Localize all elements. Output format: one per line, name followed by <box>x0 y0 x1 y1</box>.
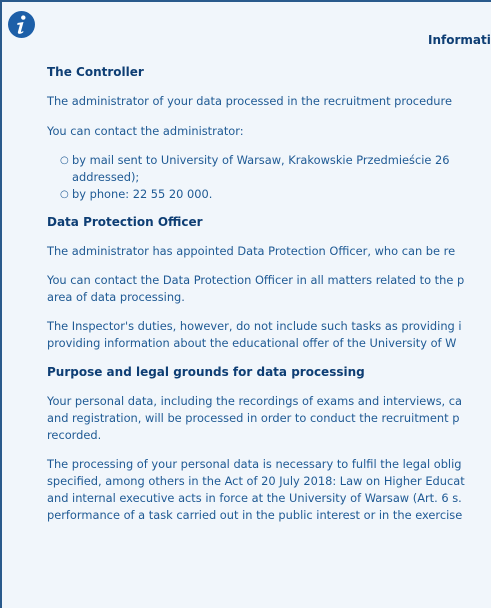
inspector-duties-paragraph-cont: providing information about the educatio… <box>47 336 457 350</box>
privacy-notice-content: The Controller The administrator of your… <box>47 64 491 524</box>
dpo-contact-paragraph: You can contact the Data Protection Offi… <box>47 273 465 287</box>
section-heading-dpo: Data Protection Officer <box>47 215 203 229</box>
list-item: ○ by mail sent to University of Warsaw, … <box>60 153 450 184</box>
dpo-paragraph: The administrator has appointed Data Pro… <box>47 244 456 258</box>
page-title: Informati <box>428 33 491 47</box>
left-border <box>0 0 2 608</box>
legal-grounds-paragraph-cont: performance of a task carried out in the… <box>47 508 463 522</box>
info-icon <box>8 11 35 38</box>
bullet-icon: ○ <box>60 155 69 166</box>
contact-administrator-text: You can contact the administrator: <box>47 124 244 138</box>
dpo-contact-paragraph-cont: area of data processing. <box>47 290 185 304</box>
bullet-icon: ○ <box>60 189 69 200</box>
legal-grounds-paragraph-cont: and internal executive acts in force at … <box>47 491 462 505</box>
purpose-paragraph: Your personal data, including the record… <box>47 394 463 408</box>
section-heading-purpose: Purpose and legal grounds for data proce… <box>47 365 365 379</box>
legal-grounds-paragraph-cont: specified, among others in the Act of 20… <box>47 474 465 488</box>
legal-grounds-paragraph: The processing of your personal data is … <box>47 457 462 471</box>
purpose-paragraph-cont: and registration, will be processed in o… <box>47 411 460 425</box>
contact-list: ○ by mail sent to University of Warsaw, … <box>47 152 491 203</box>
top-border <box>0 0 491 2</box>
inspector-duties-paragraph: The Inspector's duties, however, do not … <box>47 319 462 333</box>
controller-paragraph: The administrator of your data processed… <box>47 94 452 108</box>
purpose-paragraph-cont: recorded. <box>47 428 102 442</box>
list-item: ○ by phone: 22 55 20 000. <box>60 187 213 201</box>
section-heading-controller: The Controller <box>47 65 144 79</box>
